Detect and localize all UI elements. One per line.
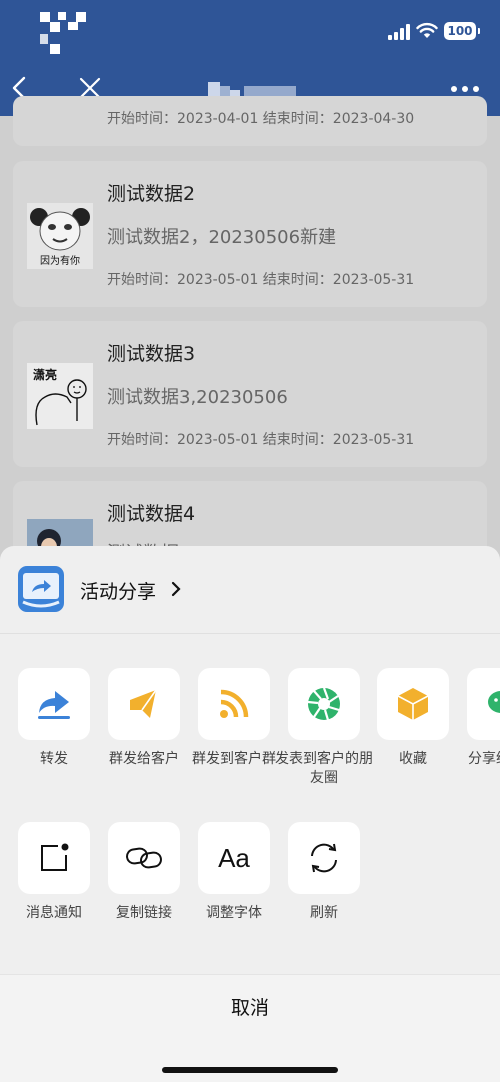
thumb-caption: 因为有你	[40, 254, 80, 267]
action-label: 群发到客户群	[192, 751, 276, 767]
adjust-font-action[interactable]: Aa 调整字体	[197, 822, 271, 923]
cancel-bar: 取消	[0, 974, 500, 1082]
mini-program-header[interactable]: 活动分享	[0, 546, 500, 634]
thumb-caption: 潇亮	[33, 367, 57, 382]
card-title: 测试数据3	[107, 343, 196, 365]
panda-meme-image: 因为有你	[27, 203, 93, 269]
favorite-action[interactable]: 收藏	[376, 668, 450, 769]
list-card[interactable]: 因为有你 测试数据2 测试数据2，20230506新建 开始时间：2023-05…	[13, 161, 487, 307]
doodle-meme-image: 潇亮	[27, 363, 93, 429]
wifi-icon	[416, 22, 438, 38]
action-label: 发表到客户的朋友圈	[275, 751, 373, 786]
favorites-cube-icon	[397, 688, 429, 720]
broadcast-to-groups-action[interactable]: 群发到客户群	[192, 668, 276, 769]
card-thumbnail: 潇亮	[27, 363, 93, 429]
card-time: 开始时间：2023-05-01 结束时间：2023-05-31	[107, 432, 415, 448]
copy-link-action[interactable]: 复制链接	[107, 822, 181, 923]
notification-icon	[41, 843, 69, 871]
card-thumbnail: 因为有你	[27, 203, 93, 269]
action-label: 群发给客户	[109, 751, 179, 767]
action-label: 调整字体	[206, 905, 262, 921]
card-title: 测试数据4	[107, 503, 196, 525]
cancel-button[interactable]: 取消	[0, 993, 500, 1020]
action-label: 刷新	[310, 905, 338, 921]
cellular-signal-icon	[388, 24, 410, 40]
moments-icon	[307, 687, 340, 721]
card-time: 开始时间：2023-04-01 结束时间：2023-04-30	[107, 111, 415, 127]
mini-program-icon	[18, 566, 64, 612]
card-description: 测试数据3,20230506	[107, 387, 288, 408]
home-indicator	[162, 1067, 338, 1073]
pixelated-logo	[36, 12, 92, 56]
activity-list: 开始时间：2023-04-01 结束时间：2023-04-30 因为有你 测试数…	[0, 96, 500, 601]
action-label: 复制链接	[116, 905, 172, 921]
font-icon: Aa	[218, 842, 250, 873]
share-sheet: 活动分享 转发 群发给客户 群发到客户群 发表到客户的朋友圈 收藏 分享 消息通…	[0, 546, 500, 1082]
broadcast-to-customers-action[interactable]: 群发给客户	[107, 668, 181, 769]
wechat-icon	[488, 691, 500, 713]
list-card[interactable]: 开始时间：2023-04-01 结束时间：2023-04-30	[13, 96, 487, 146]
action-label: 转发	[40, 751, 68, 767]
forward-action[interactable]: 转发	[17, 668, 91, 769]
action-label: 收藏	[399, 751, 427, 767]
message-notification-action[interactable]: 消息通知	[17, 822, 91, 923]
action-label: 消息通知	[26, 905, 82, 921]
link-icon	[126, 847, 162, 869]
mini-program-name: 活动分享	[80, 581, 157, 603]
card-title: 测试数据2	[107, 183, 196, 205]
battery-indicator: 100	[444, 22, 480, 40]
refresh-icon	[311, 843, 337, 873]
share-to-friends-action[interactable]: 分享给好友	[466, 668, 500, 769]
refresh-action[interactable]: 刷新	[287, 822, 361, 923]
card-description: 测试数据2，20230506新建	[107, 227, 337, 248]
list-card[interactable]: 潇亮 测试数据3 测试数据3,20230506 开始时间：2023-05-01 …	[13, 321, 487, 467]
status-bar: 100	[0, 0, 500, 62]
card-time: 开始时间：2023-05-01 结束时间：2023-05-31	[107, 272, 415, 288]
rss-icon	[220, 689, 249, 718]
action-label: 分享给好友	[468, 751, 500, 767]
post-to-moments-action[interactable]: 发表到客户的朋友圈	[275, 668, 373, 788]
forward-icon	[38, 691, 70, 719]
chevron-right-icon	[171, 581, 181, 597]
more-icon[interactable]	[450, 84, 480, 94]
megaphone-icon	[130, 689, 157, 718]
